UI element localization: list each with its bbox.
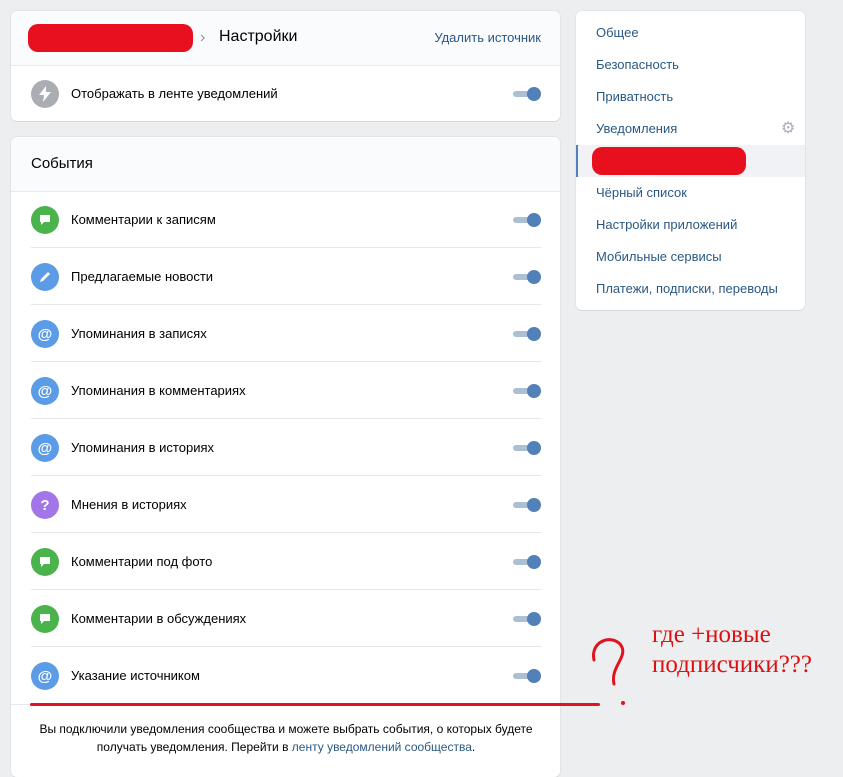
divider bbox=[31, 418, 541, 419]
page-title: Настройки bbox=[219, 28, 298, 45]
divider bbox=[31, 304, 541, 305]
event-row[interactable]: ? Мнения в историях bbox=[31, 477, 541, 533]
nav-item-label: Мобильные сервисы bbox=[596, 249, 722, 264]
event-label: Упоминания в историях bbox=[71, 440, 214, 455]
annotation-text: где +новые подписчики??? bbox=[652, 620, 812, 680]
divider bbox=[31, 532, 541, 533]
nav-item[interactable]: Платежи, подписки, переводы bbox=[576, 273, 805, 305]
event-label: Упоминания в записях bbox=[71, 326, 207, 341]
redacted-nav-item bbox=[592, 147, 746, 175]
question-icon: ? bbox=[31, 491, 59, 519]
redacted-source-name bbox=[28, 24, 193, 52]
annotation-question-mark bbox=[592, 638, 625, 705]
nav-item[interactable]: Безопасность bbox=[576, 49, 805, 81]
event-toggle-switch[interactable] bbox=[513, 555, 541, 569]
pencil-icon bbox=[31, 263, 59, 291]
source-settings-card: › Настройки Удалить источник Отображать … bbox=[11, 11, 560, 121]
footer-note: Вы подключили уведомления сообщества и м… bbox=[31, 720, 541, 756]
settings-nav: Общее Безопасность Приватность Уведомления ⚙… bbox=[576, 11, 805, 310]
divider bbox=[31, 589, 541, 590]
chevron-right-icon: › bbox=[200, 29, 206, 46]
annotation-underline bbox=[30, 703, 600, 706]
nav-item-label: Платежи, подписки, переводы bbox=[596, 281, 778, 296]
event-toggle-switch[interactable] bbox=[513, 213, 541, 227]
event-row[interactable]: Комментарии под фото bbox=[31, 534, 541, 590]
nav-item-label: Безопасность bbox=[596, 57, 679, 72]
footer-end: . bbox=[471, 740, 476, 754]
nav-item-label: Чёрный список bbox=[596, 185, 687, 200]
event-label: Указание источником bbox=[71, 668, 200, 683]
comment-icon bbox=[31, 206, 59, 234]
event-toggle-switch[interactable] bbox=[513, 270, 541, 284]
nav-item-label: Приватность bbox=[596, 89, 674, 104]
event-row[interactable]: @ Упоминания в комментариях bbox=[31, 363, 541, 419]
event-label: Комментарии в обсуждениях bbox=[71, 611, 247, 626]
event-label: Комментарии к записям bbox=[71, 212, 216, 227]
divider bbox=[31, 646, 541, 647]
at-icon: @ bbox=[31, 434, 59, 462]
nav-item[interactable]: Настройки приложений bbox=[576, 209, 805, 241]
annotation-line-2: подписчики??? bbox=[652, 651, 812, 678]
event-label: Упоминания в комментариях bbox=[71, 383, 246, 398]
event-row[interactable]: @ Упоминания в записях bbox=[31, 306, 541, 362]
nav-item[interactable]: Общее bbox=[576, 17, 805, 49]
event-toggle-switch[interactable] bbox=[513, 441, 541, 455]
event-toggle-switch[interactable] bbox=[513, 498, 541, 512]
nav-item-label: Настройки приложений bbox=[596, 217, 738, 232]
at-icon: @ bbox=[31, 320, 59, 348]
gear-icon[interactable]: ⚙ bbox=[781, 121, 797, 137]
nav-item-label: Уведомления bbox=[596, 121, 678, 136]
event-toggle-switch[interactable] bbox=[513, 669, 541, 683]
nav-item[interactable]: Мобильные сервисы bbox=[576, 241, 805, 273]
nav-item[interactable]: Приватность bbox=[576, 81, 805, 113]
breadcrumb: › Настройки Удалить источник bbox=[11, 11, 560, 66]
event-row[interactable]: Комментарии в обсуждениях bbox=[31, 591, 541, 647]
divider bbox=[31, 361, 541, 362]
notification-feed-link[interactable]: ленту уведомлений сообщества bbox=[292, 740, 472, 754]
nav-item[interactable] bbox=[576, 145, 805, 177]
comment-icon bbox=[31, 548, 59, 576]
nav-item-label: Общее bbox=[596, 25, 639, 40]
nav-item[interactable]: Уведомления ⚙ bbox=[576, 113, 805, 145]
divider bbox=[31, 247, 541, 248]
at-icon: @ bbox=[31, 377, 59, 405]
event-label: Предлагаемые новости bbox=[71, 269, 214, 284]
event-label: Мнения в историях bbox=[71, 497, 187, 512]
event-row[interactable]: Комментарии к записям bbox=[31, 192, 541, 248]
events-title: События bbox=[31, 155, 93, 172]
at-icon: @ bbox=[31, 662, 59, 690]
feed-toggle-label: Отображать в ленте уведомлений bbox=[71, 86, 278, 101]
divider bbox=[31, 475, 541, 476]
event-toggle-switch[interactable] bbox=[513, 327, 541, 341]
events-header: События bbox=[11, 137, 560, 192]
feed-toggle-switch[interactable] bbox=[513, 87, 541, 101]
event-row[interactable]: @ Указание источником bbox=[31, 648, 541, 704]
feed-toggle-row[interactable]: Отображать в ленте уведомлений bbox=[31, 66, 541, 122]
nav-item[interactable]: Чёрный список bbox=[576, 177, 805, 209]
event-row[interactable]: @ Упоминания в историях bbox=[31, 420, 541, 476]
delete-source-link[interactable]: Удалить источник bbox=[434, 30, 541, 45]
event-toggle-switch[interactable] bbox=[513, 384, 541, 398]
events-card: События Комментарии к записям Предлагаемы… bbox=[11, 137, 560, 777]
event-row[interactable]: Предлагаемые новости bbox=[31, 249, 541, 305]
event-label: Комментарии под фото bbox=[71, 554, 213, 569]
event-toggle-switch[interactable] bbox=[513, 612, 541, 626]
lightning-icon bbox=[31, 80, 59, 108]
annotation-line-1: где +новые bbox=[652, 621, 771, 648]
comment-icon bbox=[31, 605, 59, 633]
